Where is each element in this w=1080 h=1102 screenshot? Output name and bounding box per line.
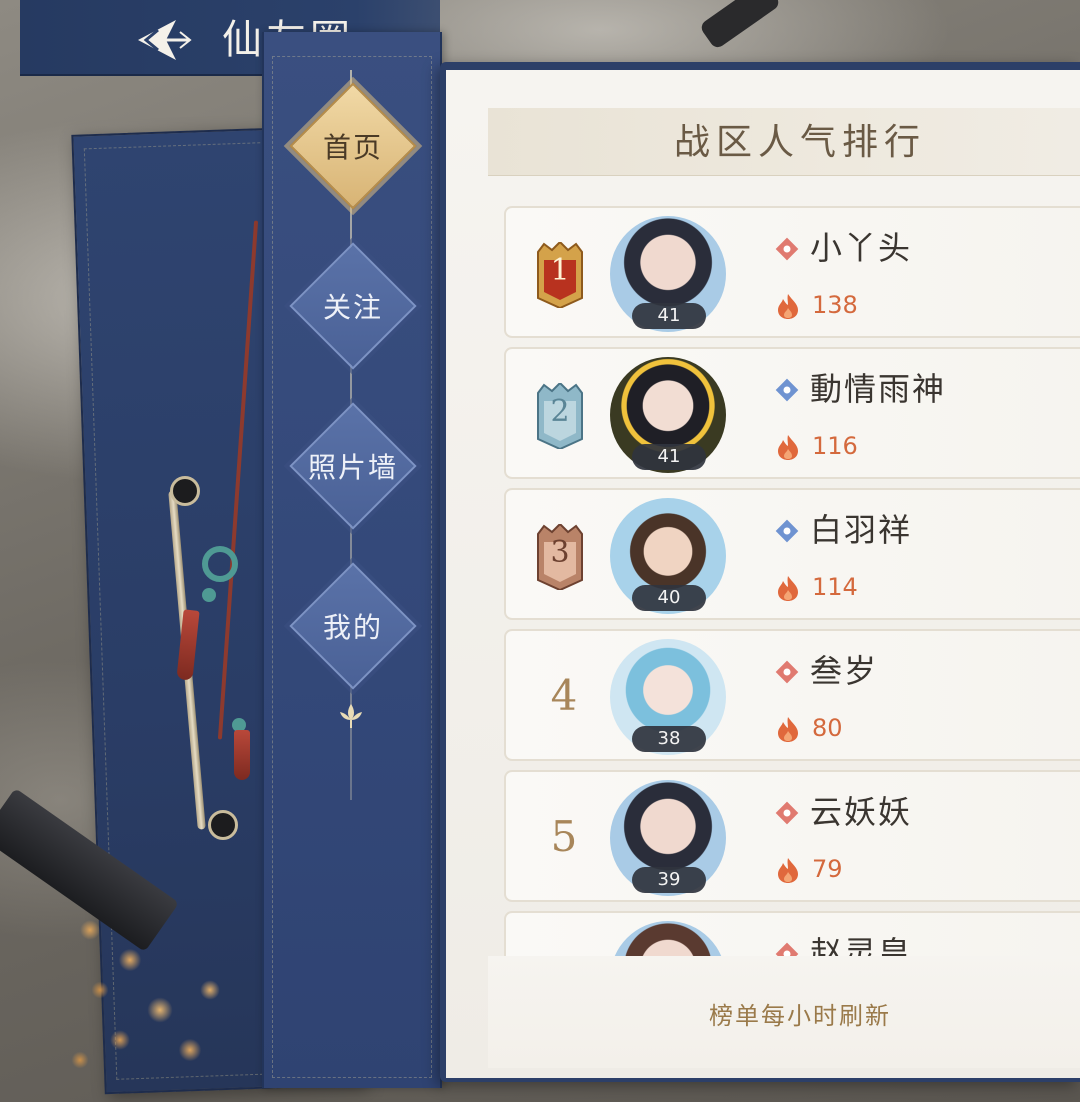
popularity-value: 116 xyxy=(812,432,858,460)
player-name: 云妖妖 xyxy=(810,793,913,831)
fire-icon xyxy=(778,435,798,460)
jade-bead-decoration xyxy=(202,588,216,602)
ranking-title: 战区人气排行 xyxy=(673,122,926,163)
player-name: 白羽祥 xyxy=(810,511,913,549)
ranking-row[interactable]: 赵灵皇 xyxy=(504,911,1080,956)
male-diamond-icon xyxy=(775,378,799,402)
nav-item-label: 我的 xyxy=(322,611,383,644)
jade-ring-decoration xyxy=(202,546,238,582)
rank-number: 3 xyxy=(550,535,570,570)
nav-item-label: 关注 xyxy=(322,291,383,324)
fire-icon xyxy=(778,294,798,319)
rod-knob-bottom xyxy=(208,810,238,840)
nav-item-label: 首页 xyxy=(322,131,383,164)
level-badge: 39 xyxy=(632,867,706,893)
nav-item-mine[interactable]: 我的 xyxy=(287,560,419,692)
refresh-note: 榜单每小时刷新 xyxy=(709,1002,891,1030)
rank-number: 5 xyxy=(550,812,578,861)
fire-icon xyxy=(778,858,798,883)
player-name: 赵灵皇 xyxy=(810,934,913,956)
tassel-decoration xyxy=(234,730,250,780)
rod-knob-top xyxy=(170,476,200,506)
ranking-row[interactable]: 5 39 云妖妖 79 xyxy=(504,770,1080,902)
ranking-row[interactable]: 1 41 小丫头 138 xyxy=(504,206,1080,338)
back-button[interactable] xyxy=(120,12,200,68)
female-diamond-icon xyxy=(775,801,799,825)
level-badge: 40 xyxy=(632,585,706,611)
level-badge: 41 xyxy=(632,303,706,329)
nav-item-follow[interactable]: 关注 xyxy=(287,240,419,372)
lotus-icon xyxy=(340,704,362,728)
nav-item-home[interactable]: 首页 xyxy=(287,80,419,212)
rank-number: 4 xyxy=(550,671,578,720)
fire-icon xyxy=(778,717,798,742)
rank-number: 2 xyxy=(550,394,570,429)
level-badge: 38 xyxy=(632,726,706,752)
player-name: 動情雨神 xyxy=(810,370,947,408)
female-diamond-icon xyxy=(775,237,799,261)
popularity-value: 114 xyxy=(812,573,858,601)
female-diamond-icon xyxy=(775,942,799,956)
popularity-value: 138 xyxy=(812,291,858,319)
fire-icon xyxy=(778,576,798,601)
level-badge: 41 xyxy=(632,444,706,470)
avatar[interactable] xyxy=(610,921,726,956)
player-name: 小丫头 xyxy=(810,229,913,267)
female-diamond-icon xyxy=(775,660,799,684)
player-name: 叁岁 xyxy=(810,652,879,690)
back-arrow-icon xyxy=(138,20,192,60)
nav-item-photo-wall[interactable]: 照片墙 xyxy=(287,400,419,532)
male-diamond-icon xyxy=(775,519,799,543)
rank-number: 1 xyxy=(550,253,570,288)
ranking-row[interactable]: 3 40 白羽祥 114 xyxy=(504,488,1080,620)
popularity-value: 79 xyxy=(812,855,843,883)
popularity-value: 80 xyxy=(812,714,843,742)
ranking-row[interactable]: 4 38 叁岁 80 xyxy=(504,629,1080,761)
nav-item-label: 照片墙 xyxy=(307,451,398,484)
ranking-list[interactable]: 1 41 小丫头 138 2 41 動情雨神 116 3 40 白羽祥 114 … xyxy=(488,176,1080,956)
ranking-row[interactable]: 2 41 動情雨神 116 xyxy=(504,347,1080,479)
flowers-decoration xyxy=(60,900,240,1090)
